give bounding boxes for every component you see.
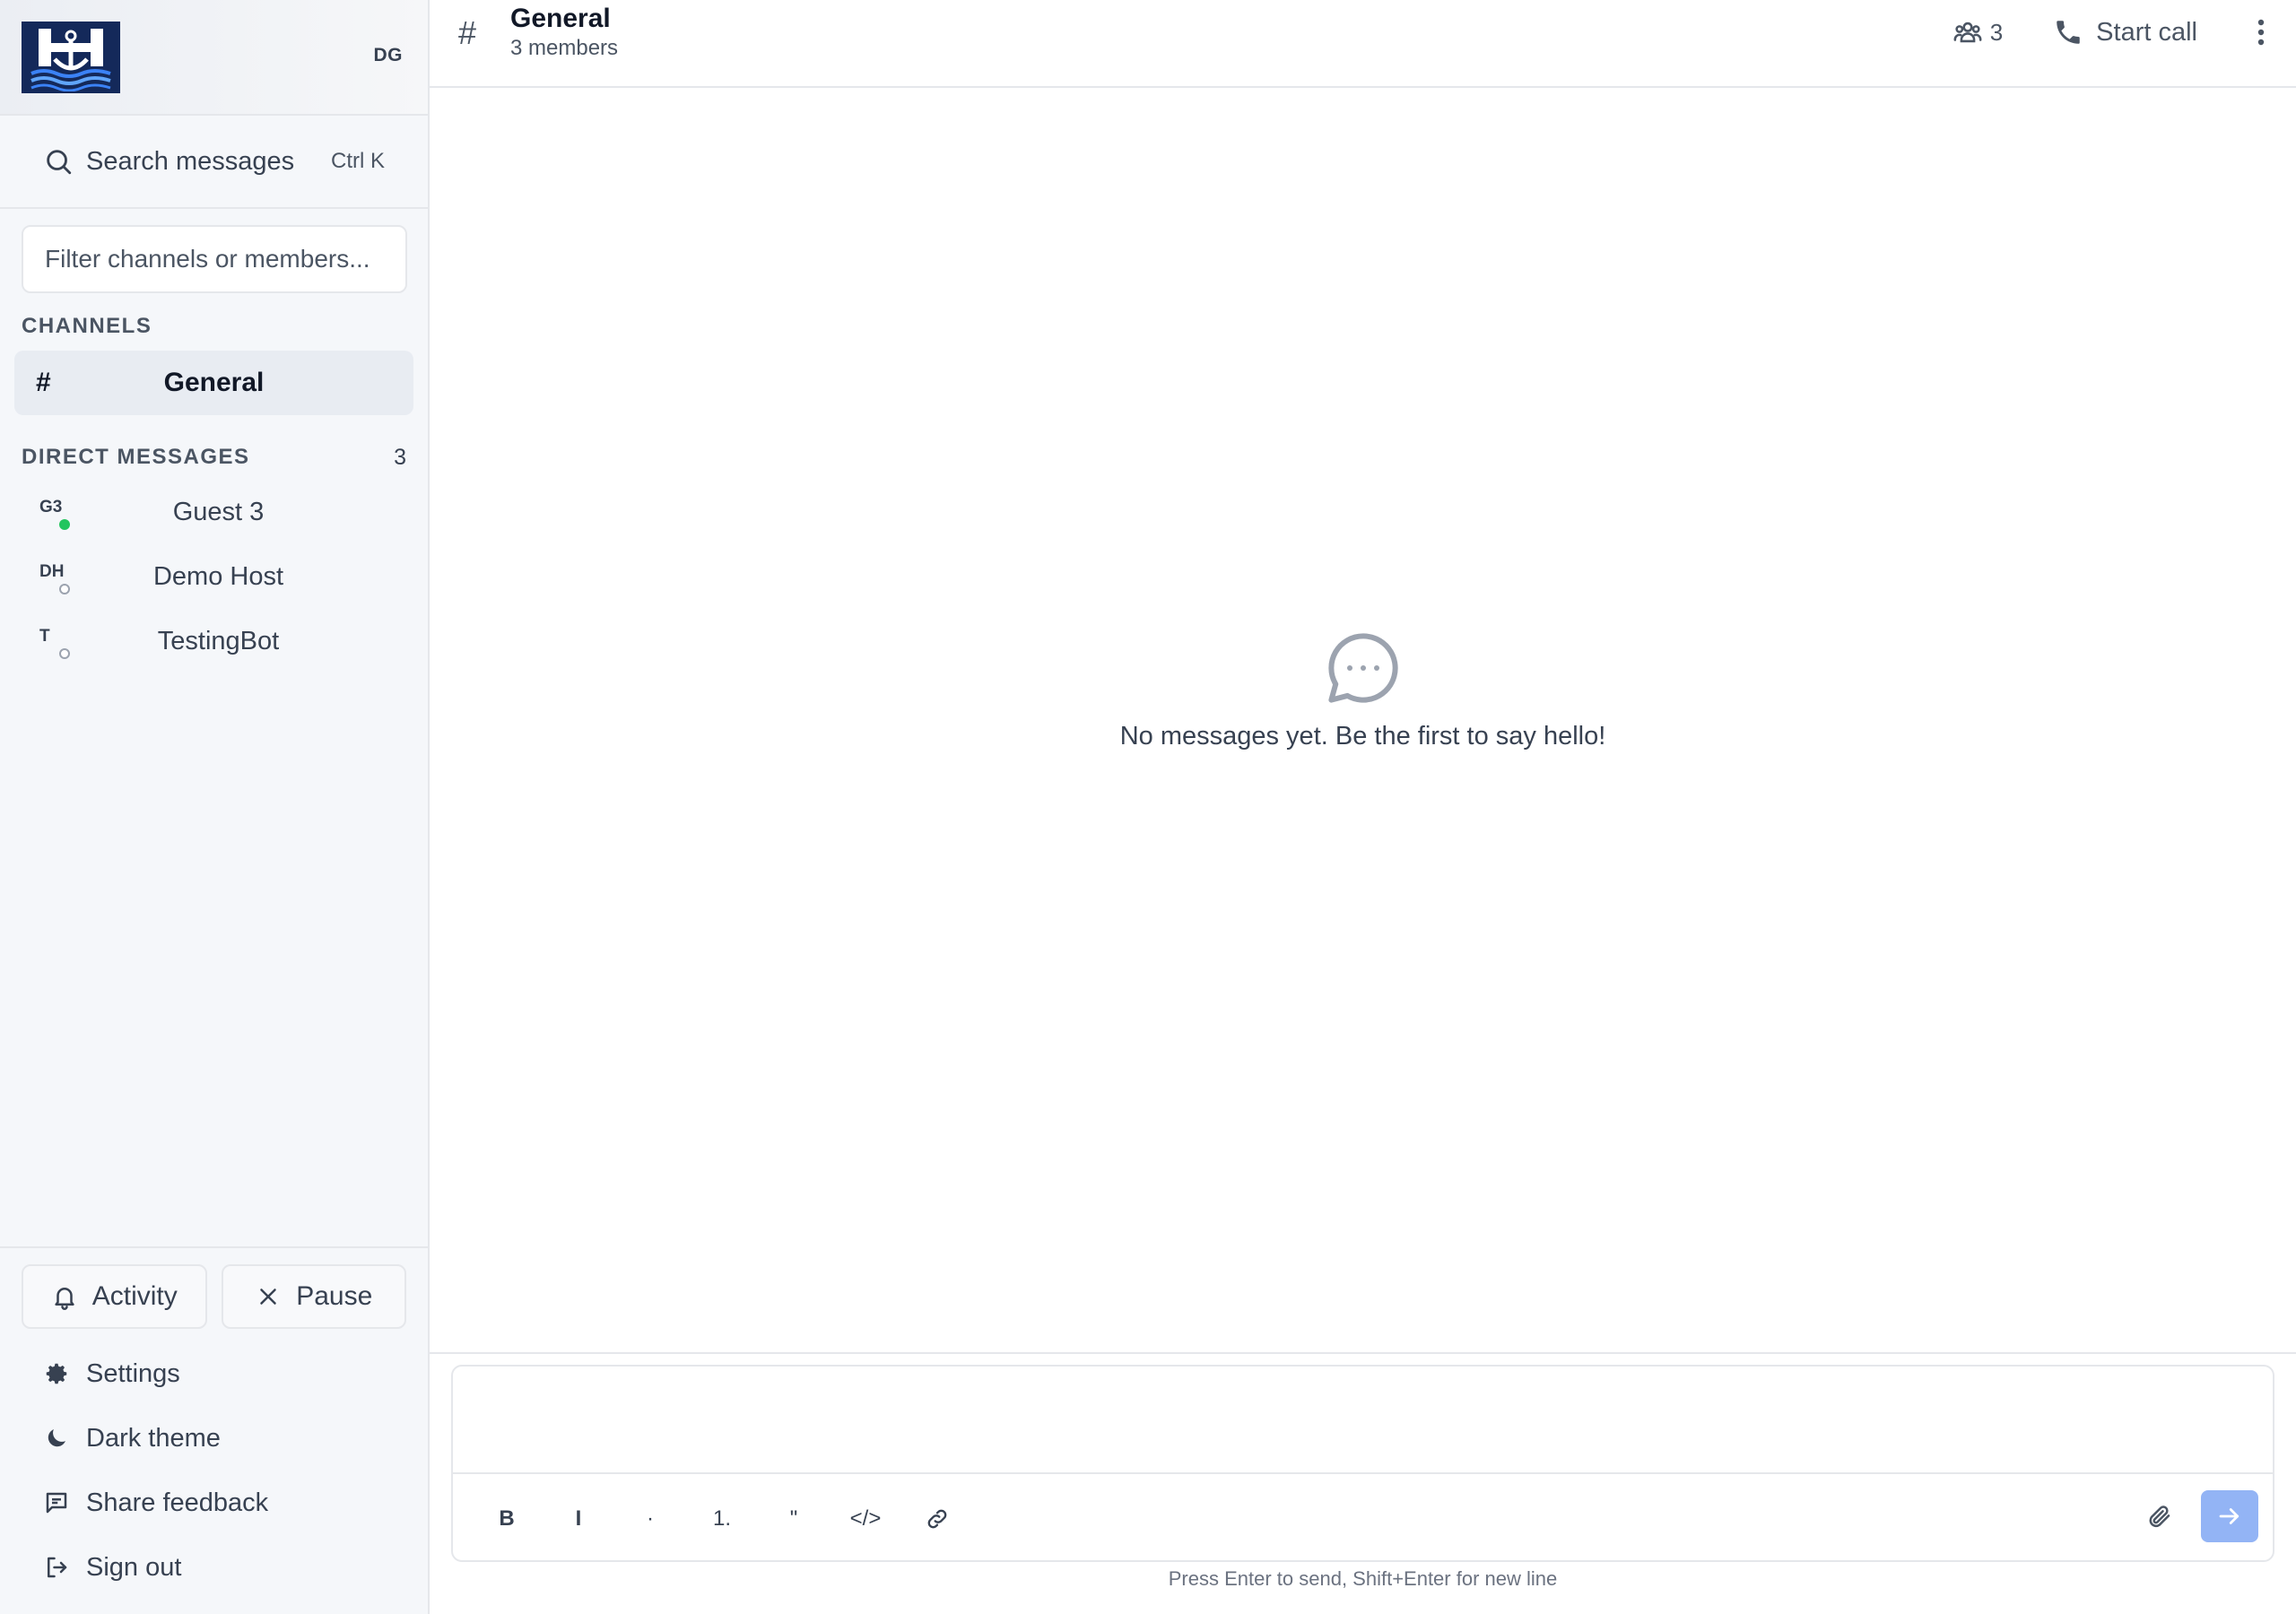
share-feedback-label: Share feedback <box>86 1488 269 1517</box>
direct-messages-list: G3 Guest 3 DH Demo Host T TestingBot <box>0 480 428 673</box>
dm-name: Demo Host <box>152 561 284 591</box>
sidebar-footer: Activity Pause Settings Dark theme Share… <box>0 1246 428 1614</box>
channel-label: General <box>163 368 265 397</box>
dm-name: Guest 3 <box>172 497 265 526</box>
formatting-toolbar: B I · 1. " </> <box>453 1476 2273 1562</box>
channel-member-summary: 3 members <box>510 36 619 60</box>
sidebar-header: DG <box>0 0 428 116</box>
channels-section-title: CHANNELS <box>22 314 152 338</box>
sign-out-icon <box>48 1557 67 1578</box>
footer-buttons: Activity Pause <box>0 1264 428 1329</box>
message-input[interactable] <box>453 1367 2273 1474</box>
members-button[interactable]: 3 <box>1952 17 2003 48</box>
pause-button[interactable]: Pause <box>221 1264 406 1329</box>
dark-theme-label: Dark theme <box>86 1423 221 1453</box>
start-call-label: Start call <box>2096 17 2197 47</box>
channel-view: # General 3 members 3 Start call No mess… <box>430 0 2296 1614</box>
numbered-list-button[interactable]: 1. <box>686 1494 758 1544</box>
channel-item-general[interactable]: # General <box>14 351 413 415</box>
pause-label: Pause <box>296 1281 373 1311</box>
message-composer: B I · 1. " </> <box>451 1365 2274 1562</box>
code-button[interactable]: </> <box>830 1494 901 1544</box>
send-button[interactable] <box>2201 1490 2258 1542</box>
italic-button[interactable]: I <box>543 1494 614 1544</box>
quote-button[interactable]: " <box>758 1494 830 1544</box>
anchor-logo-icon <box>30 29 111 91</box>
user-avatar-initials[interactable]: DG <box>374 45 404 66</box>
attach-file-button[interactable] <box>2138 1491 2181 1541</box>
chat-bubble-icon <box>1327 633 1398 703</box>
more-vertical-icon <box>2257 19 2265 46</box>
bold-button[interactable]: B <box>471 1494 543 1544</box>
sign-out-label: Sign out <box>86 1552 182 1582</box>
channel-hash-icon: # <box>458 14 477 51</box>
footer-links: Settings Dark theme Share feedback Sign … <box>0 1341 428 1600</box>
dm-name: TestingBot <box>157 626 280 655</box>
activity-label: Activity <box>91 1281 178 1311</box>
header-actions: 3 Start call <box>1952 0 2296 65</box>
composer-area: B I · 1. " </> Press Enter to send, Shif… <box>430 1352 2296 1614</box>
activity-button[interactable]: Activity <box>22 1264 207 1329</box>
gear-icon <box>46 1363 67 1384</box>
composer-actions <box>2138 1490 2258 1542</box>
search-messages-button[interactable]: Search messages Ctrl K <box>0 116 428 209</box>
bell-icon <box>55 1288 74 1310</box>
direct-messages-section-title: DIRECT MESSAGES 3 <box>0 442 428 473</box>
dark-theme-toggle[interactable]: Dark theme <box>0 1406 428 1471</box>
link-icon <box>927 1509 947 1529</box>
users-icon <box>1953 22 1982 43</box>
link-button[interactable] <box>901 1494 973 1544</box>
paperclip-icon <box>2149 1506 2170 1528</box>
close-icon <box>260 1289 276 1305</box>
settings-link[interactable]: Settings <box>0 1341 428 1406</box>
share-feedback-link[interactable]: Share feedback <box>0 1471 428 1535</box>
search-shortcut: Ctrl K <box>331 149 385 173</box>
settings-label: Settings <box>86 1358 180 1388</box>
direct-messages-count: 3 <box>394 444 406 470</box>
workspace-logo[interactable] <box>22 22 120 93</box>
offline-status-icon <box>59 584 70 594</box>
member-count: 3 <box>1989 18 2004 46</box>
offline-status-icon <box>59 648 70 659</box>
direct-messages-title: DIRECT MESSAGES <box>22 445 250 469</box>
dm-item-testingbot[interactable]: T TestingBot <box>14 609 413 673</box>
more-options-button[interactable] <box>2248 14 2274 50</box>
empty-state: No messages yet. Be the first to say hel… <box>430 628 2296 751</box>
sign-out-link[interactable]: Sign out <box>0 1535 428 1600</box>
filter-channels-input[interactable] <box>22 225 407 293</box>
channel-header: # General 3 members 3 Start call <box>430 0 2296 88</box>
empty-state-text: No messages yet. Be the first to say hel… <box>1119 722 1606 751</box>
online-status-icon <box>59 519 70 530</box>
composer-hint: Press Enter to send, Shift+Enter for new… <box>1168 1567 1558 1590</box>
sidebar: DG Search messages Ctrl K CHANNELS # Gen… <box>0 0 430 1614</box>
dm-item-guest-3[interactable]: G3 Guest 3 <box>14 480 413 544</box>
start-call-button[interactable]: Start call <box>2053 17 2197 48</box>
search-icon <box>47 150 72 175</box>
arrow-right-icon <box>2219 1508 2239 1524</box>
feedback-icon <box>46 1492 67 1514</box>
channel-hash-icon: # <box>36 368 51 397</box>
dm-item-demo-host[interactable]: DH Demo Host <box>14 544 413 609</box>
bullet-list-button[interactable]: · <box>614 1494 686 1544</box>
phone-icon <box>2057 21 2080 44</box>
channel-title: General <box>510 4 611 33</box>
search-label: Search messages <box>86 146 295 176</box>
moon-icon <box>48 1429 65 1447</box>
